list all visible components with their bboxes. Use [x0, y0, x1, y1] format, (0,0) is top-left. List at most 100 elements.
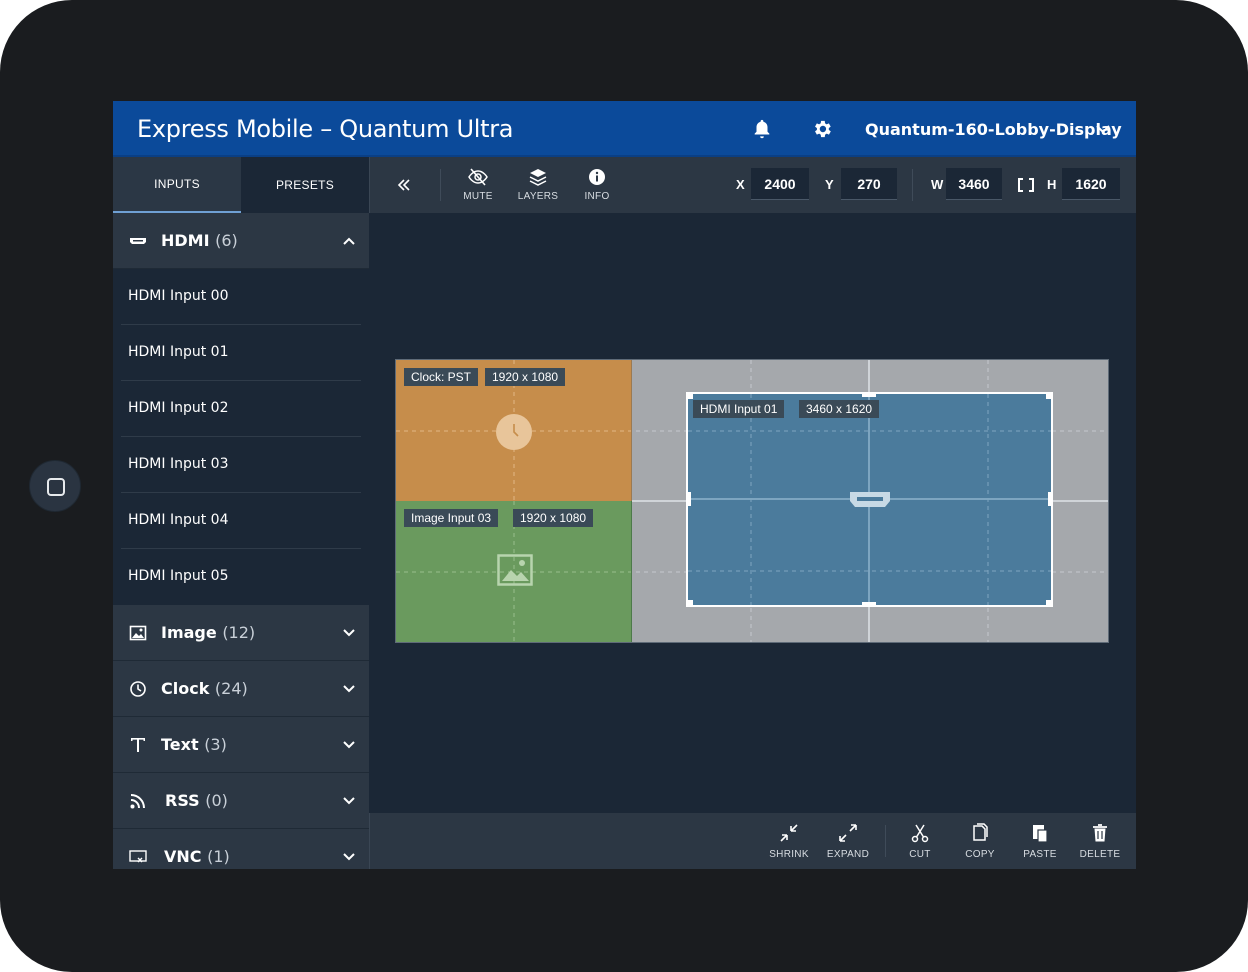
cut-button[interactable]: CUT — [890, 813, 950, 869]
category-vnc[interactable]: VNC (1) — [113, 829, 369, 869]
resize-handle[interactable] — [862, 394, 876, 397]
cut-label: CUT — [909, 849, 931, 860]
vnc-icon — [129, 850, 147, 863]
category-label: RSS (0) — [165, 791, 228, 810]
expand-button[interactable]: EXPAND — [818, 813, 878, 869]
resize-handle[interactable] — [688, 600, 693, 605]
copy-icon — [973, 823, 988, 841]
layers-icon — [529, 169, 547, 186]
category-label: HDMI (6) — [161, 231, 238, 250]
shrink-button[interactable]: SHRINK — [759, 813, 819, 869]
window-size-tag: 1920 x 1080 — [485, 368, 566, 386]
x-input[interactable]: 2400 — [751, 168, 809, 200]
category-label: Image (12) — [161, 623, 256, 642]
category-label: Text (3) — [161, 735, 227, 754]
image-icon — [129, 625, 147, 641]
window-name-tag: HDMI Input 01 — [693, 400, 785, 418]
x-label: X — [736, 177, 745, 192]
chevron-up-icon[interactable] — [342, 234, 356, 248]
list-item[interactable]: HDMI Input 01 — [121, 325, 361, 381]
h-label: H — [1047, 177, 1057, 192]
list-item[interactable]: HDMI Input 02 — [121, 381, 361, 437]
chevron-down-icon[interactable] — [342, 850, 356, 864]
app-header: Express Mobile – Quantum Ultra Quantum-1… — [113, 101, 1136, 157]
copy-button[interactable]: COPY — [950, 813, 1010, 869]
chevron-down-icon[interactable] — [342, 738, 356, 752]
app-screen: Express Mobile – Quantum Ultra Quantum-1… — [113, 101, 1136, 869]
category-label: Clock (24) — [161, 679, 248, 698]
display-wall[interactable]: Clock: PST 1920 x 1080 Image Input 03 19… — [395, 359, 1109, 643]
window-image[interactable]: Image Input 03 1920 x 1080 — [396, 501, 632, 642]
resize-handle[interactable] — [1046, 600, 1051, 605]
delete-label: DELETE — [1079, 849, 1121, 860]
shrink-icon — [780, 824, 798, 842]
window-hdmi-selected[interactable]: HDMI Input 01 3460 x 1620 — [686, 392, 1053, 607]
info-icon — [589, 169, 605, 185]
layers-button[interactable]: LAYERS — [509, 157, 567, 213]
window-size-tag: 3460 x 1620 — [799, 400, 880, 418]
hdmi-icon — [850, 492, 890, 507]
mute-button[interactable]: MUTE — [449, 157, 507, 213]
paste-label: PASTE — [1023, 849, 1057, 860]
text-icon — [131, 738, 145, 752]
chevron-down-icon[interactable] — [342, 682, 356, 696]
clock-icon — [496, 414, 532, 450]
scissors-icon — [911, 824, 929, 843]
sidebar-tabs: INPUTS PRESETS — [113, 157, 369, 213]
w-label: W — [931, 177, 944, 192]
eye-off-icon — [468, 168, 488, 186]
rss-icon — [130, 794, 145, 809]
chevron-down-icon[interactable] — [342, 626, 356, 640]
toolbar-divider — [885, 825, 886, 857]
app-title: Express Mobile – Quantum Ultra — [137, 115, 514, 143]
y-input[interactable]: 270 — [841, 168, 897, 200]
category-label: VNC (1) — [164, 847, 230, 866]
info-label: INFO — [584, 191, 610, 202]
y-label: Y — [825, 177, 834, 192]
resize-handle[interactable] — [1048, 492, 1051, 506]
resize-handle[interactable] — [1046, 394, 1051, 399]
window-name-tag: Clock: PST — [404, 368, 479, 386]
resize-handle[interactable] — [688, 394, 693, 399]
copy-label: COPY — [965, 849, 995, 860]
paste-button[interactable]: PASTE — [1010, 813, 1070, 869]
toolbar-divider — [912, 169, 913, 201]
category-rss[interactable]: RSS (0) — [113, 773, 369, 829]
mute-label: MUTE — [463, 191, 493, 202]
home-button[interactable] — [29, 460, 81, 512]
layout-canvas[interactable]: Clock: PST 1920 x 1080 Image Input 03 19… — [369, 213, 1136, 813]
list-item[interactable]: HDMI Input 03 — [121, 437, 361, 493]
window-size-tag: 1920 x 1080 — [513, 509, 594, 527]
tab-presets[interactable]: PRESETS — [241, 157, 369, 213]
tablet-frame: Express Mobile – Quantum Ultra Quantum-1… — [0, 0, 1248, 972]
aspect-ratio-icon[interactable] — [1018, 178, 1034, 192]
category-text[interactable]: Text (3) — [113, 717, 369, 773]
category-image[interactable]: Image (12) — [113, 605, 369, 661]
category-clock[interactable]: Clock (24) — [113, 661, 369, 717]
chevron-down-icon[interactable] — [1095, 122, 1111, 136]
top-toolbar: MUTE LAYERS INFO X 2400 Y 270 W 3460 H 1… — [369, 157, 1136, 213]
paste-icon — [1033, 825, 1048, 843]
list-item[interactable]: HDMI Input 04 — [121, 493, 361, 549]
category-hdmi[interactable]: HDMI (6) — [113, 213, 369, 269]
list-item[interactable]: HDMI Input 00 — [121, 269, 361, 325]
list-item[interactable]: HDMI Input 05 — [121, 549, 361, 605]
bottom-toolbar: SHRINK EXPAND CUT COPY PASTE DELETE — [369, 813, 1136, 869]
bell-icon[interactable] — [751, 118, 773, 140]
tab-inputs[interactable]: INPUTS — [113, 157, 241, 213]
chevron-down-icon[interactable] — [342, 794, 356, 808]
hdmi-icon — [130, 238, 146, 244]
gear-icon[interactable] — [811, 118, 833, 140]
window-clock[interactable]: Clock: PST 1920 x 1080 — [396, 360, 632, 501]
image-icon — [497, 554, 533, 586]
w-input[interactable]: 3460 — [946, 168, 1002, 200]
expand-icon — [839, 824, 857, 842]
resize-handle[interactable] — [862, 602, 876, 605]
h-input[interactable]: 1620 — [1062, 168, 1120, 200]
collapse-sidebar-icon[interactable] — [396, 177, 412, 193]
home-square-icon — [47, 478, 65, 496]
delete-button[interactable]: DELETE — [1070, 813, 1130, 869]
device-selector[interactable]: Quantum-160-Lobby-Display — [865, 120, 1122, 139]
resize-handle[interactable] — [688, 492, 691, 506]
info-button[interactable]: INFO — [568, 157, 626, 213]
